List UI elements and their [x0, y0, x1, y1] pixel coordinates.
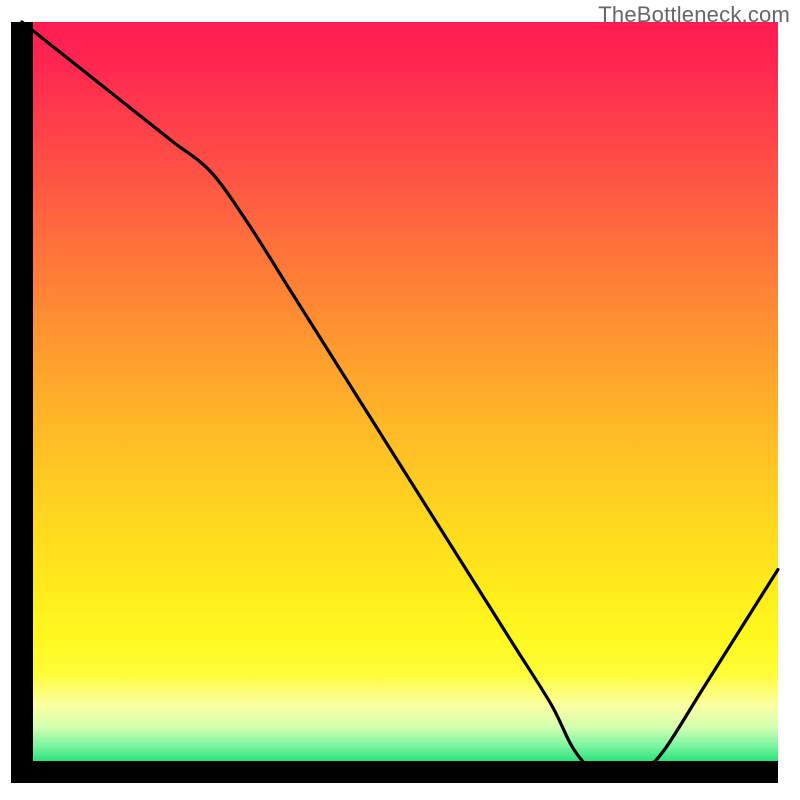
plot-background	[22, 22, 778, 772]
bottleneck-curve-chart	[0, 0, 800, 800]
watermark-text: TheBottleneck.com	[598, 2, 790, 28]
chart-container: TheBottleneck.com	[0, 0, 800, 800]
